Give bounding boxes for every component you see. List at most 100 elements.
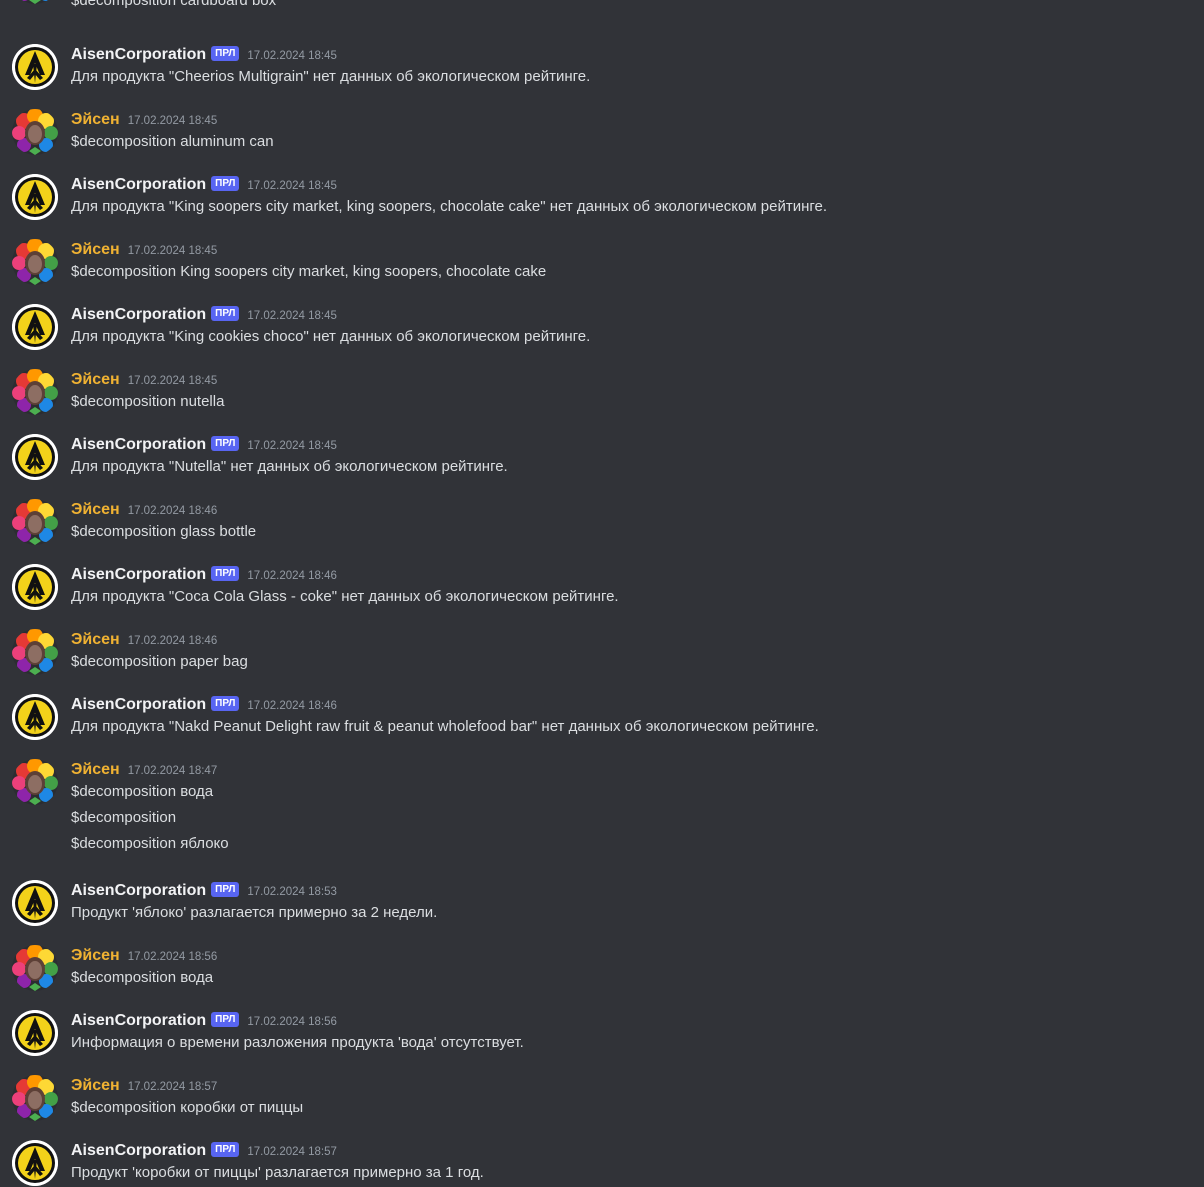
user-avatar[interactable] [12,499,58,545]
bot-avatar[interactable] [12,694,58,740]
message-text: Для продукта "Coca Cola Glass - coke" не… [71,588,619,605]
author-name[interactable]: Эйсен [71,239,120,261]
message-header: Эйсен 17.02.2024 18:45 [71,109,217,131]
bot-logo-icon [12,1010,58,1056]
role-badge: ПРЛ [211,881,240,897]
message-timestamp[interactable]: 17.02.2024 18:45 [247,45,337,67]
message-timestamp[interactable]: 17.02.2024 18:46 [247,565,337,587]
bot-avatar[interactable] [12,880,58,926]
user-avatar-icon [12,1075,58,1121]
message-header: Эйсен 17.02.2024 18:57 [71,1075,217,1097]
message-text: Для продукта "King cookies choco" нет да… [71,328,591,345]
message-text: $decomposition cardboard box [71,0,277,9]
message-header: Эйсен 17.02.2024 18:45 [71,369,217,391]
user-avatar[interactable] [12,239,58,285]
role-badge: ПРЛ [211,1011,240,1027]
author-name[interactable]: Эйсен [71,629,120,651]
message-timestamp[interactable]: 17.02.2024 18:45 [128,240,218,262]
user-avatar[interactable] [12,109,58,155]
message-header: AisenCorporation ПРЛ 17.02.2024 18:53 [71,880,337,902]
message-header: Эйсен 17.02.2024 18:56 [71,945,217,967]
message-header: Эйсен 17.02.2024 18:45 [71,239,217,261]
user-avatar[interactable] [12,1075,58,1121]
author-name[interactable]: AisenCorporation [71,1010,206,1032]
message-timestamp[interactable]: 17.02.2024 18:45 [247,435,337,457]
user-avatar-icon [12,629,58,675]
author-name[interactable]: AisenCorporation [71,564,206,586]
bot-logo-icon [12,174,58,220]
message-text: $decomposition вода [71,783,214,800]
bot-logo-icon [12,44,58,90]
message-text: Информация о времени разложения продукта… [71,1034,524,1051]
message-text: $decomposition nutella [71,393,225,410]
message-header: Эйсен 17.02.2024 18:46 [71,629,217,651]
author-name[interactable]: AisenCorporation [71,880,206,902]
author-name[interactable]: AisenCorporation [71,434,206,456]
author-name[interactable]: AisenCorporation [71,44,206,66]
bot-avatar[interactable] [12,434,58,480]
user-avatar-icon [12,109,58,155]
bot-avatar[interactable] [12,304,58,350]
user-avatar-icon [20,0,50,4]
author-name[interactable]: AisenCorporation [71,1140,206,1162]
message-timestamp[interactable]: 17.02.2024 18:57 [128,1076,218,1098]
bot-logo-icon [12,304,58,350]
bot-avatar[interactable] [12,44,58,90]
bot-avatar[interactable] [12,174,58,220]
user-avatar[interactable] [12,759,58,805]
chat-message-list: $decomposition cardboard box AisenCorpora… [0,0,1204,1187]
message-timestamp[interactable]: 17.02.2024 18:56 [247,1011,337,1033]
author-name[interactable]: AisenCorporation [71,174,206,196]
message-timestamp[interactable]: 17.02.2024 18:47 [128,760,218,782]
bot-avatar[interactable] [12,1140,58,1186]
message-text: $decomposition glass bottle [71,523,257,540]
message-timestamp[interactable]: 17.02.2024 18:56 [128,946,218,968]
user-avatar[interactable] [12,369,58,415]
user-avatar-icon [12,239,58,285]
message-text: $decomposition вода [71,969,214,986]
message-timestamp[interactable]: 17.02.2024 18:45 [128,110,218,132]
user-avatar-icon [12,945,58,991]
author-name[interactable]: Эйсен [71,499,120,521]
message-timestamp[interactable]: 17.02.2024 18:46 [128,500,218,522]
author-name[interactable]: Эйсен [71,369,120,391]
author-name[interactable]: Эйсен [71,945,120,967]
message-header: AisenCorporation ПРЛ 17.02.2024 18:57 [71,1140,337,1162]
message-text: $decomposition [71,809,177,826]
user-avatar[interactable] [12,945,58,991]
message-text: $decomposition paper bag [71,653,248,670]
message-header: AisenCorporation ПРЛ 17.02.2024 18:45 [71,174,337,196]
author-name[interactable]: Эйсен [71,109,120,131]
bot-logo-icon [12,1140,58,1186]
message-text: $decomposition яблоко [71,835,229,852]
message-header: AisenCorporation ПРЛ 17.02.2024 18:45 [71,304,337,326]
user-avatar-icon [12,369,58,415]
bot-logo-icon [12,880,58,926]
message-timestamp[interactable]: 17.02.2024 18:45 [128,370,218,392]
user-avatar[interactable] [12,0,58,4]
message-timestamp[interactable]: 17.02.2024 18:46 [128,630,218,652]
role-badge: ПРЛ [211,1141,240,1157]
bot-avatar[interactable] [12,564,58,610]
author-name[interactable]: Эйсен [71,759,120,781]
message-text: Для продукта "Nakd Peanut Delight raw fr… [71,718,819,735]
role-badge: ПРЛ [211,565,240,581]
role-badge: ПРЛ [211,305,240,321]
message-timestamp[interactable]: 17.02.2024 18:45 [247,175,337,197]
message-text: $decomposition коробки от пиццы [71,1099,304,1116]
message-text: $decomposition aluminum can [71,133,274,150]
message-timestamp[interactable]: 17.02.2024 18:53 [247,881,337,903]
message-header: AisenCorporation ПРЛ 17.02.2024 18:45 [71,434,337,456]
message-text: Продукт 'яблоко' разлагается примерно за… [71,904,438,921]
author-name[interactable]: AisenCorporation [71,694,206,716]
message-timestamp[interactable]: 17.02.2024 18:45 [247,305,337,327]
message-header: Эйсен 17.02.2024 18:47 [71,759,217,781]
bot-avatar[interactable] [12,1010,58,1056]
author-name[interactable]: Эйсен [71,1075,120,1097]
message-timestamp[interactable]: 17.02.2024 18:57 [247,1141,337,1163]
message-timestamp[interactable]: 17.02.2024 18:46 [247,695,337,717]
message-header: AisenCorporation ПРЛ 17.02.2024 18:45 [71,44,337,66]
author-name[interactable]: AisenCorporation [71,304,206,326]
user-avatar-icon [12,499,58,545]
user-avatar[interactable] [12,629,58,675]
